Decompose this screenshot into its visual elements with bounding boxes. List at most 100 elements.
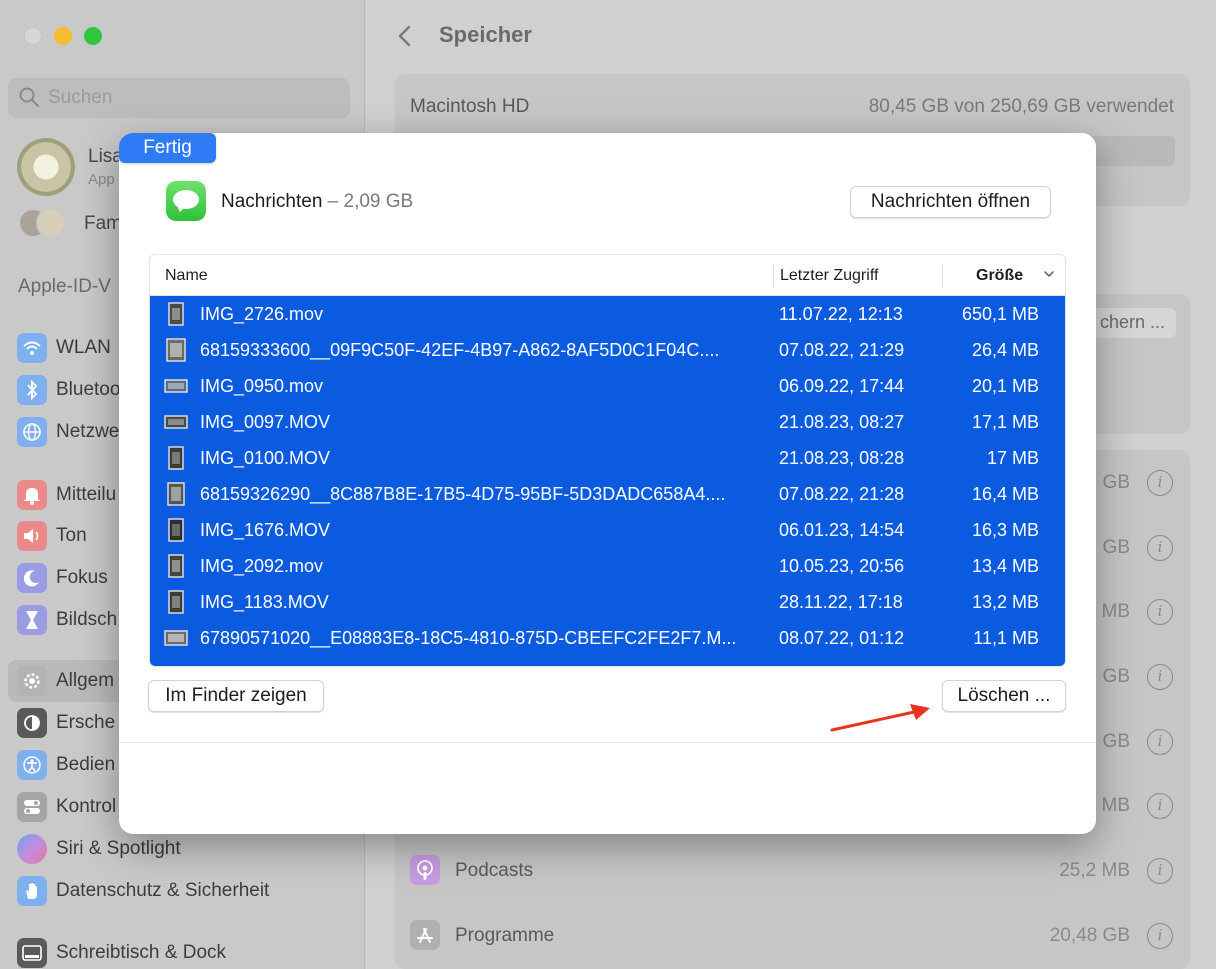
video-thumbnail-icon	[164, 410, 188, 434]
column-divider[interactable]	[942, 264, 943, 288]
category-size-podcasts: 25,2 MB	[1059, 860, 1130, 881]
table-row[interactable]: 67890571020__E08883E8-18C5-4810-875D-CBE…	[150, 620, 1065, 656]
messages-storage-sheet: Nachrichten – 2,09 GB Nachrichten öffnen…	[119, 133, 1096, 834]
sort-chevron-down-icon[interactable]	[1043, 268, 1055, 280]
table-body: IMG_2726.mov 11.07.22, 12:13 650,1 MB 68…	[150, 296, 1065, 666]
video-thumbnail-icon	[164, 518, 188, 542]
sidebar-item-appearance[interactable]: Ersche	[17, 708, 115, 738]
sidebar-item-privacy-security[interactable]: Datenschutz & Sicherheit	[17, 876, 269, 906]
sidebar-item-network[interactable]: Netzwe	[17, 417, 119, 447]
file-name: IMG_2726.mov	[200, 304, 324, 324]
table-row[interactable]: IMG_0100.MOV 21.08.23, 08:28 17 MB	[150, 440, 1065, 476]
sidebar-item-sound[interactable]: Ton	[17, 521, 87, 551]
table-row[interactable]: 68159333600__09F9C50F-42EF-4B97-A862-8AF…	[150, 332, 1065, 368]
sidebar-item-focus[interactable]: Fokus	[17, 563, 108, 593]
column-header-last-access[interactable]: Letzter Zugriff	[780, 267, 878, 285]
sidebar-item-general[interactable]: Allgem	[17, 666, 114, 696]
minimize-window-button[interactable]	[54, 27, 72, 45]
sidebar-item-wlan[interactable]: WLAN	[17, 333, 111, 363]
video-thumbnail-icon	[164, 554, 188, 578]
table-row[interactable]: IMG_2092.mov 10.05.23, 20:56 13,4 MB	[150, 548, 1065, 584]
close-window-button[interactable]	[24, 27, 42, 45]
info-icon[interactable]: i	[1147, 599, 1173, 625]
search-field[interactable]: Suchen	[8, 78, 350, 118]
video-thumbnail-icon	[164, 590, 188, 614]
attachments-table: Name Letzter Zugriff Größe IMG_2726.mov …	[149, 254, 1066, 667]
disk-usage: 80,45 GB von 250,69 GB verwendet	[868, 96, 1174, 117]
sidebar-item-label: Mitteilu	[56, 484, 117, 505]
column-header-size[interactable]: Größe	[976, 267, 1023, 285]
info-icon[interactable]: i	[1147, 858, 1173, 884]
category-size: GB	[1102, 537, 1130, 558]
account-subtitle: App	[88, 171, 115, 188]
file-last-access: 07.08.22, 21:28	[779, 484, 905, 504]
appearance-icon	[17, 708, 47, 738]
sidebar-item-label: Kontrol	[56, 796, 117, 817]
file-name: IMG_0100.MOV	[200, 448, 331, 468]
file-name: 68159326290__8C887B8E-17B5-4D75-95BF-5D3…	[200, 484, 726, 504]
info-icon[interactable]: i	[1147, 470, 1173, 496]
show-in-finder-button[interactable]: Im Finder zeigen	[148, 680, 324, 712]
column-divider[interactable]	[773, 264, 774, 288]
disk-name: Macintosh HD	[410, 96, 530, 117]
family-label[interactable]: Fam	[84, 213, 122, 235]
bell-icon	[17, 480, 47, 510]
info-icon[interactable]: i	[1147, 923, 1173, 949]
apple-id-section-label: Apple-ID-V	[18, 276, 111, 297]
image-thumbnail-icon	[164, 338, 188, 362]
sidebar-item-control-center[interactable]: Kontrol	[17, 792, 116, 822]
info-icon[interactable]: i	[1147, 664, 1173, 690]
back-chevron-icon[interactable]	[396, 24, 414, 48]
table-row[interactable]: IMG_1676.MOV 06.01.23, 14:54 16,3 MB	[150, 512, 1065, 548]
file-size: 13,2 MB	[971, 592, 1039, 612]
search-placeholder: Suchen	[48, 87, 113, 108]
table-row[interactable]: 68159326290__8C887B8E-17B5-4D75-95BF-5D3…	[150, 476, 1065, 512]
account-avatar[interactable]	[17, 138, 75, 196]
table-row[interactable]: IMG_2726.mov 11.07.22, 12:13 650,1 MB	[150, 296, 1065, 332]
account-name[interactable]: Lisa	[88, 146, 123, 168]
family-avatars	[18, 208, 72, 238]
file-last-access: 11.07.22, 12:13	[779, 304, 903, 324]
sidebar-item-screen-time[interactable]: Bildsch	[17, 605, 117, 635]
file-size: 650,1 MB	[961, 304, 1039, 324]
sidebar-item-desktop-dock[interactable]: Schreibtisch & Dock	[17, 938, 226, 968]
page-title: Speicher	[439, 22, 532, 47]
table-row[interactable]: IMG_1183.MOV 28.11.22, 17:18 13,2 MB	[150, 584, 1065, 620]
globe-icon	[17, 417, 47, 447]
video-thumbnail-icon	[164, 446, 188, 470]
app-size: – 2,09 GB	[327, 191, 414, 212]
app-store-icon	[410, 920, 440, 950]
info-icon[interactable]: i	[1147, 729, 1173, 755]
table-row[interactable]: IMG_0097.MOV 21.08.23, 08:27 17,1 MB	[150, 404, 1065, 440]
file-size: 17 MB	[986, 448, 1039, 468]
sidebar-item-accessibility[interactable]: Bedien	[17, 750, 115, 780]
sidebar-item-siri-spotlight[interactable]: Siri & Spotlight	[17, 834, 181, 864]
info-icon[interactable]: i	[1147, 535, 1173, 561]
sidebar-item-label: WLAN	[56, 337, 111, 358]
table-row[interactable]: IMG_0950.mov 06.09.22, 17:44 20,1 MB	[150, 368, 1065, 404]
table-header: Name Letzter Zugriff Größe	[150, 255, 1065, 296]
sidebar-item-bluetooth[interactable]: Bluetoo	[17, 375, 120, 405]
gear-icon	[17, 666, 47, 696]
annotation-arrow-icon	[830, 704, 930, 732]
sidebar-item-notifications[interactable]: Mitteilu	[17, 480, 116, 510]
file-name: 68159333600__09F9C50F-42EF-4B97-A862-8AF…	[200, 340, 720, 360]
column-header-name[interactable]: Name	[165, 267, 208, 285]
app-title: Nachrichten – 2,09 GB	[221, 191, 413, 213]
category-size: GB	[1102, 666, 1130, 687]
file-size: 20,1 MB	[971, 376, 1039, 396]
image-thumbnail-icon	[164, 626, 188, 650]
podcasts-icon	[410, 855, 440, 885]
zoom-window-button[interactable]	[84, 27, 102, 45]
control-center-icon	[17, 792, 47, 822]
file-last-access: 06.01.23, 14:54	[779, 520, 905, 540]
bluetooth-icon	[17, 375, 47, 405]
speaker-icon	[17, 521, 47, 551]
delete-button[interactable]: Löschen ...	[942, 680, 1066, 712]
open-messages-button[interactable]: Nachrichten öffnen	[850, 186, 1051, 218]
recommendation-button[interactable]: chern ...	[1090, 308, 1176, 338]
done-button[interactable]: Fertig	[119, 133, 216, 163]
info-icon[interactable]: i	[1147, 793, 1173, 819]
file-size: 11,1 MB	[973, 628, 1039, 648]
accessibility-icon	[17, 750, 47, 780]
